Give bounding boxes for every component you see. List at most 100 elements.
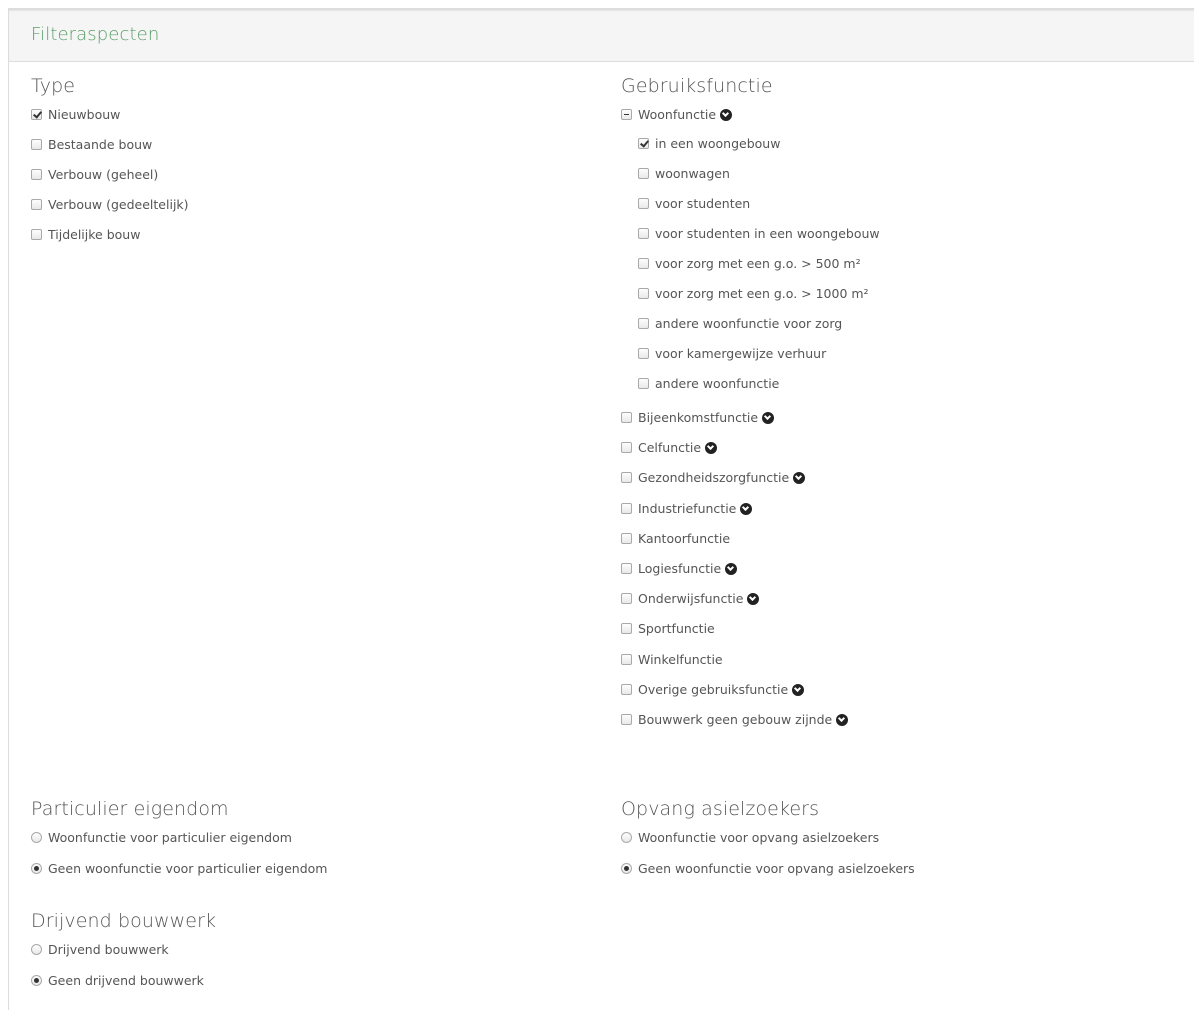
checkbox[interactable] (31, 109, 42, 120)
gebruiksfunctie-item[interactable]: Overige gebruiksfunctie (621, 682, 805, 713)
woonfunctie-checkbox[interactable] (621, 109, 632, 120)
asiel-option-ja[interactable]: Woonfunctie voor opvang asielzoekers (621, 831, 879, 862)
chevron-down-icon[interactable] (793, 472, 806, 485)
woonfunctie-sub-item[interactable]: voor zorg met een g.o. > 500 m² (638, 257, 861, 287)
checkbox[interactable] (621, 683, 632, 695)
radio-button[interactable] (31, 975, 42, 986)
option-label: Verbouw (geheel) (48, 167, 159, 182)
woonfunctie-item[interactable]: Woonfunctie (621, 108, 773, 137)
chevron-down-icon[interactable] (740, 502, 753, 515)
option-label: Drijvend bouwwerk (48, 942, 169, 957)
woonfunctie-sub-item[interactable]: voor studenten in een woongebouw (638, 227, 880, 257)
gebruiksfunctie-item[interactable]: Onderwijsfunctie (621, 592, 773, 622)
chevron-down-icon[interactable] (720, 109, 733, 121)
checkbox[interactable] (31, 139, 42, 150)
drijvend-section: Drijvend bouwwerk Drijvend bouwwerk Geen… (31, 909, 216, 1004)
checkbox[interactable] (621, 623, 632, 635)
checkbox[interactable] (31, 199, 42, 210)
chevron-down-icon[interactable] (836, 713, 849, 726)
chevron-down-icon[interactable] (705, 442, 718, 455)
checkbox[interactable] (638, 288, 649, 299)
woonfunctie-sub-item[interactable]: voor studenten (638, 197, 773, 227)
radio-button[interactable] (31, 863, 42, 874)
woonfunctie-sub-item[interactable]: andere woonfunctie voor zorg (638, 317, 842, 347)
option-label-wrap: Kantoorfunctie (638, 530, 731, 546)
option-label: Sportfunctie (638, 621, 715, 637)
option-label: Tijdelijke bouw (48, 227, 141, 242)
checkbox[interactable] (638, 258, 649, 269)
particulier-option-nee[interactable]: Geen woonfunctie voor particulier eigend… (31, 862, 328, 892)
checkbox[interactable] (621, 653, 632, 665)
checkbox[interactable] (621, 532, 632, 544)
option-label: Bestaande bouw (48, 137, 153, 152)
option-label-wrap: Celfunctie (638, 441, 718, 455)
checkbox[interactable] (621, 593, 632, 605)
checkbox[interactable] (621, 472, 632, 484)
woonfunctie-sub-item[interactable]: in een woongebouw (638, 137, 780, 167)
gebruiksfunctie-item[interactable]: Celfunctie (621, 441, 773, 471)
option-label: voor kamergewijze verhuur (655, 346, 827, 361)
chevron-down-icon[interactable] (792, 683, 805, 696)
gebruiksfunctie-item[interactable]: Sportfunctie (621, 622, 773, 652)
option-label: Kantoorfunctie (638, 530, 731, 546)
panel-title: Filteraspecten (31, 24, 160, 45)
drijvend-option-nee[interactable]: Geen drijvend bouwwerk (31, 974, 216, 1004)
gebruiksfunctie-item[interactable]: Bijeenkomstfunctie (621, 410, 775, 441)
checkbox[interactable] (621, 442, 632, 454)
asiel-option-nee[interactable]: Geen woonfunctie voor opvang asielzoeker… (621, 862, 915, 892)
checkbox[interactable] (621, 713, 632, 725)
chevron-down-icon[interactable] (725, 562, 738, 575)
radio-button[interactable] (31, 944, 42, 955)
radio-button[interactable] (621, 832, 632, 843)
option-label-wrap: Bouwwerk geen gebouw zijnde (638, 712, 849, 727)
checkbox[interactable] (638, 348, 649, 359)
checkbox[interactable] (638, 228, 649, 239)
particulier-option-ja[interactable]: Woonfunctie voor particulier eigendom (31, 831, 292, 862)
option-label: voor studenten (655, 196, 751, 211)
woonfunctie-sub-item[interactable]: voor kamergewijze verhuur (638, 347, 826, 377)
drijvend-option-ja[interactable]: Drijvend bouwwerk (31, 943, 216, 974)
option-label: Gezondheidszorgfunctie (638, 470, 790, 486)
type-option-verbouw-gedeeltelijk[interactable]: Verbouw (gedeeltelijk) (31, 198, 189, 228)
gebruiksfunctie-item[interactable]: Logiesfunctie (621, 561, 773, 592)
asiel-title: Opvang asielzoekers (621, 798, 820, 820)
checkbox[interactable] (621, 412, 632, 423)
gebruiksfunctie-item[interactable]: Kantoorfunctie (621, 530, 773, 562)
woonfunctie-sub-item[interactable]: woonwagen (638, 167, 773, 197)
checkbox[interactable] (638, 318, 649, 329)
checkbox[interactable] (638, 198, 649, 209)
type-option-nieuwbouw[interactable]: Nieuwbouw (31, 108, 120, 138)
gebruiksfunctie-item[interactable]: Gezondheidszorgfunctie (621, 471, 806, 501)
chevron-down-icon[interactable] (747, 593, 760, 606)
checkbox[interactable] (621, 502, 632, 514)
checkbox[interactable] (621, 562, 632, 574)
option-label: Geen woonfunctie voor particulier eigend… (48, 861, 328, 876)
gebruiksfunctie-item[interactable]: Bouwwerk geen gebouw zijnde (621, 712, 849, 743)
woonfunctie-sub-item[interactable]: voor zorg met een g.o. > 1000 m² (638, 287, 869, 317)
woonfunctie-sublist: in een woongebouw woonwagen voor student… (638, 137, 880, 407)
option-label: Woonfunctie voor opvang asielzoekers (638, 830, 880, 845)
checkbox[interactable] (31, 229, 42, 240)
radio-button[interactable] (31, 832, 42, 843)
option-label: Nieuwbouw (48, 107, 121, 122)
option-label: Bijeenkomstfunctie (638, 410, 759, 425)
checkbox[interactable] (638, 138, 649, 149)
particulier-section: Particulier eigendom Woonfunctie voor pa… (31, 797, 328, 892)
checkbox[interactable] (638, 168, 649, 179)
gebruiksfunctie-item[interactable]: Industriefunctie (621, 501, 773, 532)
type-option-bestaande-bouw[interactable]: Bestaande bouw (31, 138, 152, 168)
option-label-wrap: Sportfunctie (638, 622, 715, 636)
checkbox[interactable] (638, 378, 649, 389)
chevron-down-icon[interactable] (762, 412, 775, 424)
option-label-wrap: Bijeenkomstfunctie (638, 410, 775, 425)
gebruiksfunctie-item[interactable]: Winkelfunctie (621, 652, 773, 683)
woonfunctie-sub-item[interactable]: andere woonfunctie (638, 377, 779, 407)
checkbox[interactable] (31, 169, 42, 180)
type-option-verbouw-geheel[interactable]: Verbouw (geheel) (31, 168, 158, 198)
type-option-tijdelijke-bouw[interactable]: Tijdelijke bouw (31, 228, 140, 258)
option-label: voor zorg met een g.o. > 1000 m² (655, 286, 869, 301)
radio-button[interactable] (621, 863, 632, 874)
particulier-title: Particulier eigendom (31, 798, 229, 820)
panel-heading: Filteraspecten (9, 9, 1194, 62)
option-label: Woonfunctie voor particulier eigendom (48, 830, 292, 845)
